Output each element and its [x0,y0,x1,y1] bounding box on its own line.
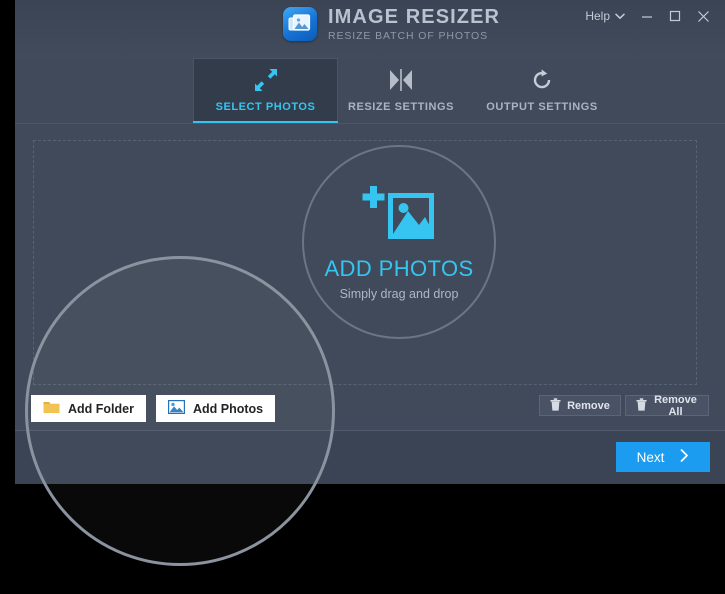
add-image-icon [362,184,436,247]
chevron-right-icon [680,449,689,465]
window-controls: Help [579,4,716,28]
minimize-button[interactable] [634,4,660,28]
close-icon [697,10,710,23]
add-folder-label: Add Folder [68,402,134,416]
refresh-icon [530,68,554,92]
trash-icon [636,398,647,414]
remove-label: Remove [567,400,610,412]
action-toolbar: Add Folder Add Photos Remove [15,395,725,430]
resize-arrows-icon [253,68,279,92]
add-photos-drop-target[interactable]: ADD PHOTOS Simply drag and drop [302,145,496,339]
next-button[interactable]: Next [616,442,710,472]
picture-icon [168,400,185,417]
close-button[interactable] [690,4,716,28]
minimize-icon [641,10,653,22]
help-label: Help [585,9,610,23]
tab-output-settings-label: OUTPUT SETTINGS [486,101,598,113]
folder-icon [43,400,60,417]
app-subtitle: RESIZE BATCH OF PHOTOS [328,31,500,42]
footer-bar: Next [15,431,725,484]
tab-resize-settings-label: RESIZE SETTINGS [348,101,454,113]
app-title: IMAGE RESIZER [328,7,500,27]
remove-button[interactable]: Remove [539,395,621,416]
add-photos-title: ADD PHOTOS [324,258,473,280]
help-button[interactable]: Help [579,5,632,27]
trash-icon [550,398,561,414]
tab-resize-settings[interactable]: RESIZE SETTINGS [341,58,461,123]
add-folder-button[interactable]: Add Folder [31,395,146,422]
title-bar: IMAGE RESIZER RESIZE BATCH OF PHOTOS Hel… [15,0,725,58]
add-photos-subtitle: Simply drag and drop [340,288,459,301]
tab-output-settings[interactable]: OUTPUT SETTINGS [477,58,607,123]
remove-all-label: Remove All [653,394,698,418]
app-brand-text: IMAGE RESIZER RESIZE BATCH OF PHOTOS [328,7,500,42]
maximize-icon [669,10,681,22]
app-brand: IMAGE RESIZER RESIZE BATCH OF PHOTOS [283,7,500,42]
maximize-button[interactable] [662,4,688,28]
tab-strip: SELECT PHOTOS RESIZE SETTINGS OUTPUT SET… [15,58,725,124]
chevron-down-icon [615,9,625,23]
photo-stack-icon [283,7,317,41]
remove-all-button[interactable]: Remove All [625,395,709,416]
add-photos-label: Add Photos [193,402,263,416]
tab-select-photos-label: SELECT PHOTOS [216,101,316,113]
add-photos-button[interactable]: Add Photos [156,395,275,422]
app-window: IMAGE RESIZER RESIZE BATCH OF PHOTOS Hel… [15,0,725,484]
tab-select-photos[interactable]: SELECT PHOTOS [193,58,338,123]
compress-horizontal-icon [388,68,414,92]
next-label: Next [637,450,665,465]
